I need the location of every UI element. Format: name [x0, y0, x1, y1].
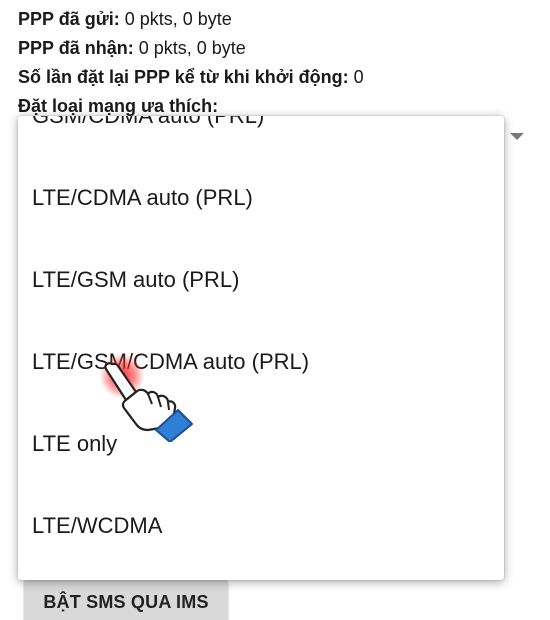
ppp-received-row: PPP đã nhận: 0 pkts, 0 byte — [18, 37, 246, 59]
sms-over-ims-button[interactable]: BẬT SMS QUA IMS — [24, 580, 228, 620]
radio-info-screen: PPP đã gửi: 0 pkts, 0 byte PPP đã nhận: … — [0, 0, 550, 620]
ppp-resets-label: Số lần đặt lại PPP kể từ khi khởi động: — [18, 67, 349, 87]
ppp-resets-row: Số lần đặt lại PPP kể từ khi khởi động: … — [18, 66, 364, 88]
ppp-received-label: PPP đã nhận: — [18, 38, 134, 58]
option-lte-cdma-auto[interactable]: LTE/CDMA auto (PRL) — [18, 157, 504, 239]
chevron-down-icon[interactable] — [510, 133, 524, 140]
ppp-resets-value: 0 — [353, 67, 364, 87]
ppp-sent-value: 0 pkts, 0 byte — [124, 9, 232, 29]
option-lte-only[interactable]: LTE only — [18, 403, 504, 485]
preferred-network-label: Đặt loại mạng ưa thích: — [18, 96, 219, 116]
ppp-sent-row: PPP đã gửi: 0 pkts, 0 byte — [18, 8, 232, 30]
option-lte-wcdma[interactable]: LTE/WCDMA — [18, 485, 504, 567]
ppp-received-value: 0 pkts, 0 byte — [138, 38, 246, 58]
option-gsm-cdma-auto[interactable]: GSM/CDMA auto (PRL) — [18, 116, 504, 157]
option-lte-gsm-auto[interactable]: LTE/GSM auto (PRL) — [18, 239, 504, 321]
network-type-dropdown-list[interactable]: GSM/CDMA auto (PRL) LTE/CDMA auto (PRL) … — [18, 116, 504, 580]
preferred-network-row: Đặt loại mạng ưa thích: — [18, 95, 218, 117]
option-lte-gsm-cdma-auto[interactable]: LTE/GSM/CDMA auto (PRL) — [18, 321, 504, 403]
ppp-sent-label: PPP đã gửi: — [18, 9, 120, 29]
